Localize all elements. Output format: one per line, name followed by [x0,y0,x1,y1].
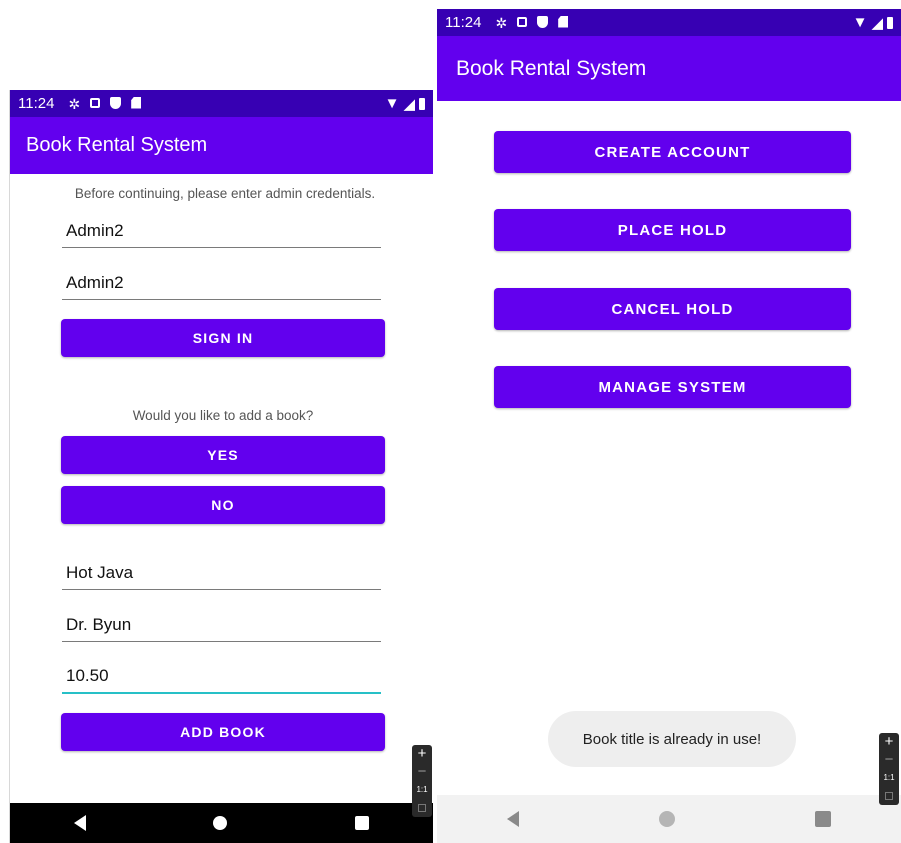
toast-message: Book title is already in use! [548,711,796,767]
no-button[interactable]: NO [61,486,385,524]
sign-in-button[interactable]: SIGN IN [61,319,385,357]
status-right-icons: ▼ ◢ [853,14,893,32]
yes-button[interactable]: YES [61,436,385,474]
app-bar-title: Book Rental System [437,36,901,101]
notification-a-icon [90,97,101,110]
back-icon[interactable] [73,815,86,831]
status-time: 11:24 [445,14,482,31]
sd-card-icon [558,15,569,30]
zoom-fit-button[interactable]: 1:1 [879,769,899,787]
wifi-icon: ▼ [384,95,400,112]
battery-icon [887,16,893,29]
right-zoom-controls: + − 1:1 [879,733,899,805]
add-book-button[interactable]: ADD BOOK [61,713,385,751]
zoom-in-button[interactable]: + [879,733,899,751]
zoom-out-button[interactable]: − [412,763,432,781]
book-author-field[interactable]: Dr. Byun [62,607,381,642]
manage-system-button[interactable]: MANAGE SYSTEM [494,366,851,408]
battery-icon [419,97,425,110]
left-phone-screen: 11:24 ✲ ▼ ◢ Book Rental System Before co… [9,90,433,843]
status-right-icons: ▼ ◢ [385,95,425,113]
zoom-frame-icon[interactable] [418,804,426,812]
settings-icon: ✲ [68,95,81,112]
username-field[interactable]: Admin2 [62,214,381,248]
create-account-button[interactable]: CREATE ACCOUNT [494,131,851,173]
book-price-field[interactable]: 10.50 [62,659,381,694]
zoom-fit-button[interactable]: 1:1 [412,781,432,799]
home-icon[interactable] [659,811,675,827]
book-title-field[interactable]: Hot Java [62,556,381,590]
signal-icon: ◢ [403,95,415,113]
home-icon[interactable] [213,816,228,830]
navigation-bar [437,795,901,843]
zoom-frame-icon[interactable] [885,792,893,800]
zoom-in-button[interactable]: + [412,745,432,763]
navigation-bar [10,803,433,843]
add-book-question: Would you like to add a book? [132,408,314,423]
status-bar: 11:24 ✲ ▼ ◢ [437,9,901,36]
zoom-out-button[interactable]: − [879,751,899,769]
recent-apps-icon[interactable] [815,811,831,827]
signal-icon: ◢ [871,14,883,32]
right-phone-screen: 11:24 ✲ ▼ ◢ Book Rental System CREATE AC… [437,9,901,843]
place-hold-button[interactable]: PLACE HOLD [494,209,851,251]
app-bar-title: Book Rental System [10,117,433,174]
settings-icon: ✲ [495,14,508,31]
wifi-icon: ▼ [852,14,868,31]
cancel-hold-button[interactable]: CANCEL HOLD [494,288,851,330]
recent-apps-icon[interactable] [355,816,370,830]
shield-icon [110,96,122,111]
shield-icon [537,15,549,30]
left-zoom-controls: + − 1:1 [412,745,432,817]
status-bar: 11:24 ✲ ▼ ◢ [10,90,433,117]
sd-card-icon [131,96,142,111]
password-field[interactable]: Admin2 [62,265,381,300]
status-time: 11:24 [18,95,55,112]
back-icon[interactable] [507,811,519,827]
notification-a-icon [517,16,528,29]
admin-credentials-prompt: Before continuing, please enter admin cr… [74,186,376,201]
